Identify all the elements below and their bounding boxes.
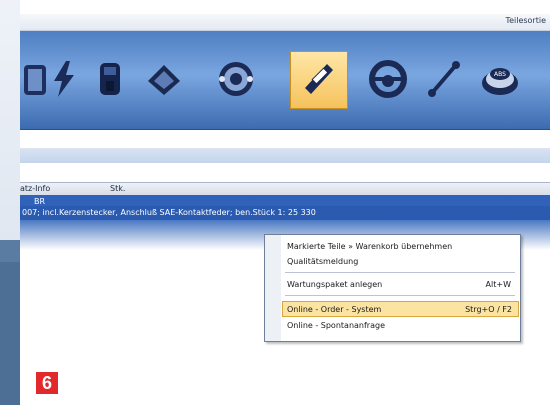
menu-item-shortcut: Alt+W bbox=[485, 280, 511, 289]
category-toolbar: ABS bbox=[20, 31, 550, 130]
menu-separator bbox=[285, 295, 515, 296]
bearing-icon[interactable] bbox=[210, 53, 262, 105]
app-window: Teilesortie ABS atz-Info Stk. BR 007; in… bbox=[20, 14, 550, 405]
menu-item-label: Qualitätsmeldung bbox=[287, 257, 359, 266]
column-header-qty[interactable]: Stk. bbox=[110, 184, 125, 193]
table-row-selected-detail[interactable]: 007; incl.Kerzenstecker, Anschluß SAE-Ko… bbox=[20, 206, 550, 220]
menu-item-quality-report[interactable]: Qualitätsmeldung bbox=[283, 254, 517, 268]
column-header-info[interactable]: atz-Info bbox=[20, 184, 50, 193]
abs-disc-icon[interactable]: ABS bbox=[474, 53, 526, 105]
brake-pad-icon[interactable] bbox=[138, 53, 190, 105]
menu-separator bbox=[285, 272, 515, 273]
shock-absorber-icon[interactable] bbox=[290, 51, 348, 109]
window-title: Teilesortie bbox=[505, 16, 546, 25]
steering-wheel-icon[interactable] bbox=[362, 53, 414, 105]
menu-item-online-spot-request[interactable]: Online - Spontananfrage bbox=[283, 318, 517, 332]
menu-item-label: Markierte Teile » Warenkorb übernehmen bbox=[287, 242, 453, 251]
ignition-bolt-icon[interactable] bbox=[38, 53, 90, 105]
menu-item-label: Wartungspaket anlegen bbox=[287, 280, 383, 289]
svg-text:ABS: ABS bbox=[494, 71, 506, 78]
title-bar: Teilesortie bbox=[20, 14, 550, 31]
step-badge: 6 bbox=[36, 372, 58, 394]
menu-item-shortcut: Strg+O / F2 bbox=[465, 305, 512, 314]
left-panel bbox=[0, 0, 20, 262]
left-accent-top bbox=[0, 240, 20, 262]
filter-band bbox=[20, 130, 550, 149]
menu-gutter bbox=[265, 235, 281, 341]
table-row-selected[interactable]: BR bbox=[20, 195, 550, 206]
menu-item-maintenance-package[interactable]: Wartungspaket anlegen Alt+W bbox=[283, 277, 517, 291]
menu-item-label: Online - Spontananfrage bbox=[287, 321, 385, 330]
menu-item-online-order-system[interactable]: Online - Order - System Strg+O / F2 bbox=[282, 301, 519, 317]
tie-rod-icon[interactable] bbox=[418, 53, 470, 105]
context-menu: Markierte Teile » Warenkorb übernehmen Q… bbox=[264, 234, 521, 342]
ignition-coil-icon[interactable] bbox=[84, 53, 136, 105]
info-band bbox=[20, 149, 550, 163]
left-accent-bar bbox=[0, 262, 20, 405]
spacer-band bbox=[20, 164, 550, 182]
row-label: BR bbox=[34, 197, 46, 206]
menu-item-add-to-cart[interactable]: Markierte Teile » Warenkorb übernehmen bbox=[283, 239, 517, 253]
row-text: 007; incl.Kerzenstecker, Anschluß SAE-Ko… bbox=[22, 208, 316, 217]
menu-item-label: Online - Order - System bbox=[287, 305, 382, 314]
table-header: atz-Info Stk. bbox=[20, 182, 550, 196]
